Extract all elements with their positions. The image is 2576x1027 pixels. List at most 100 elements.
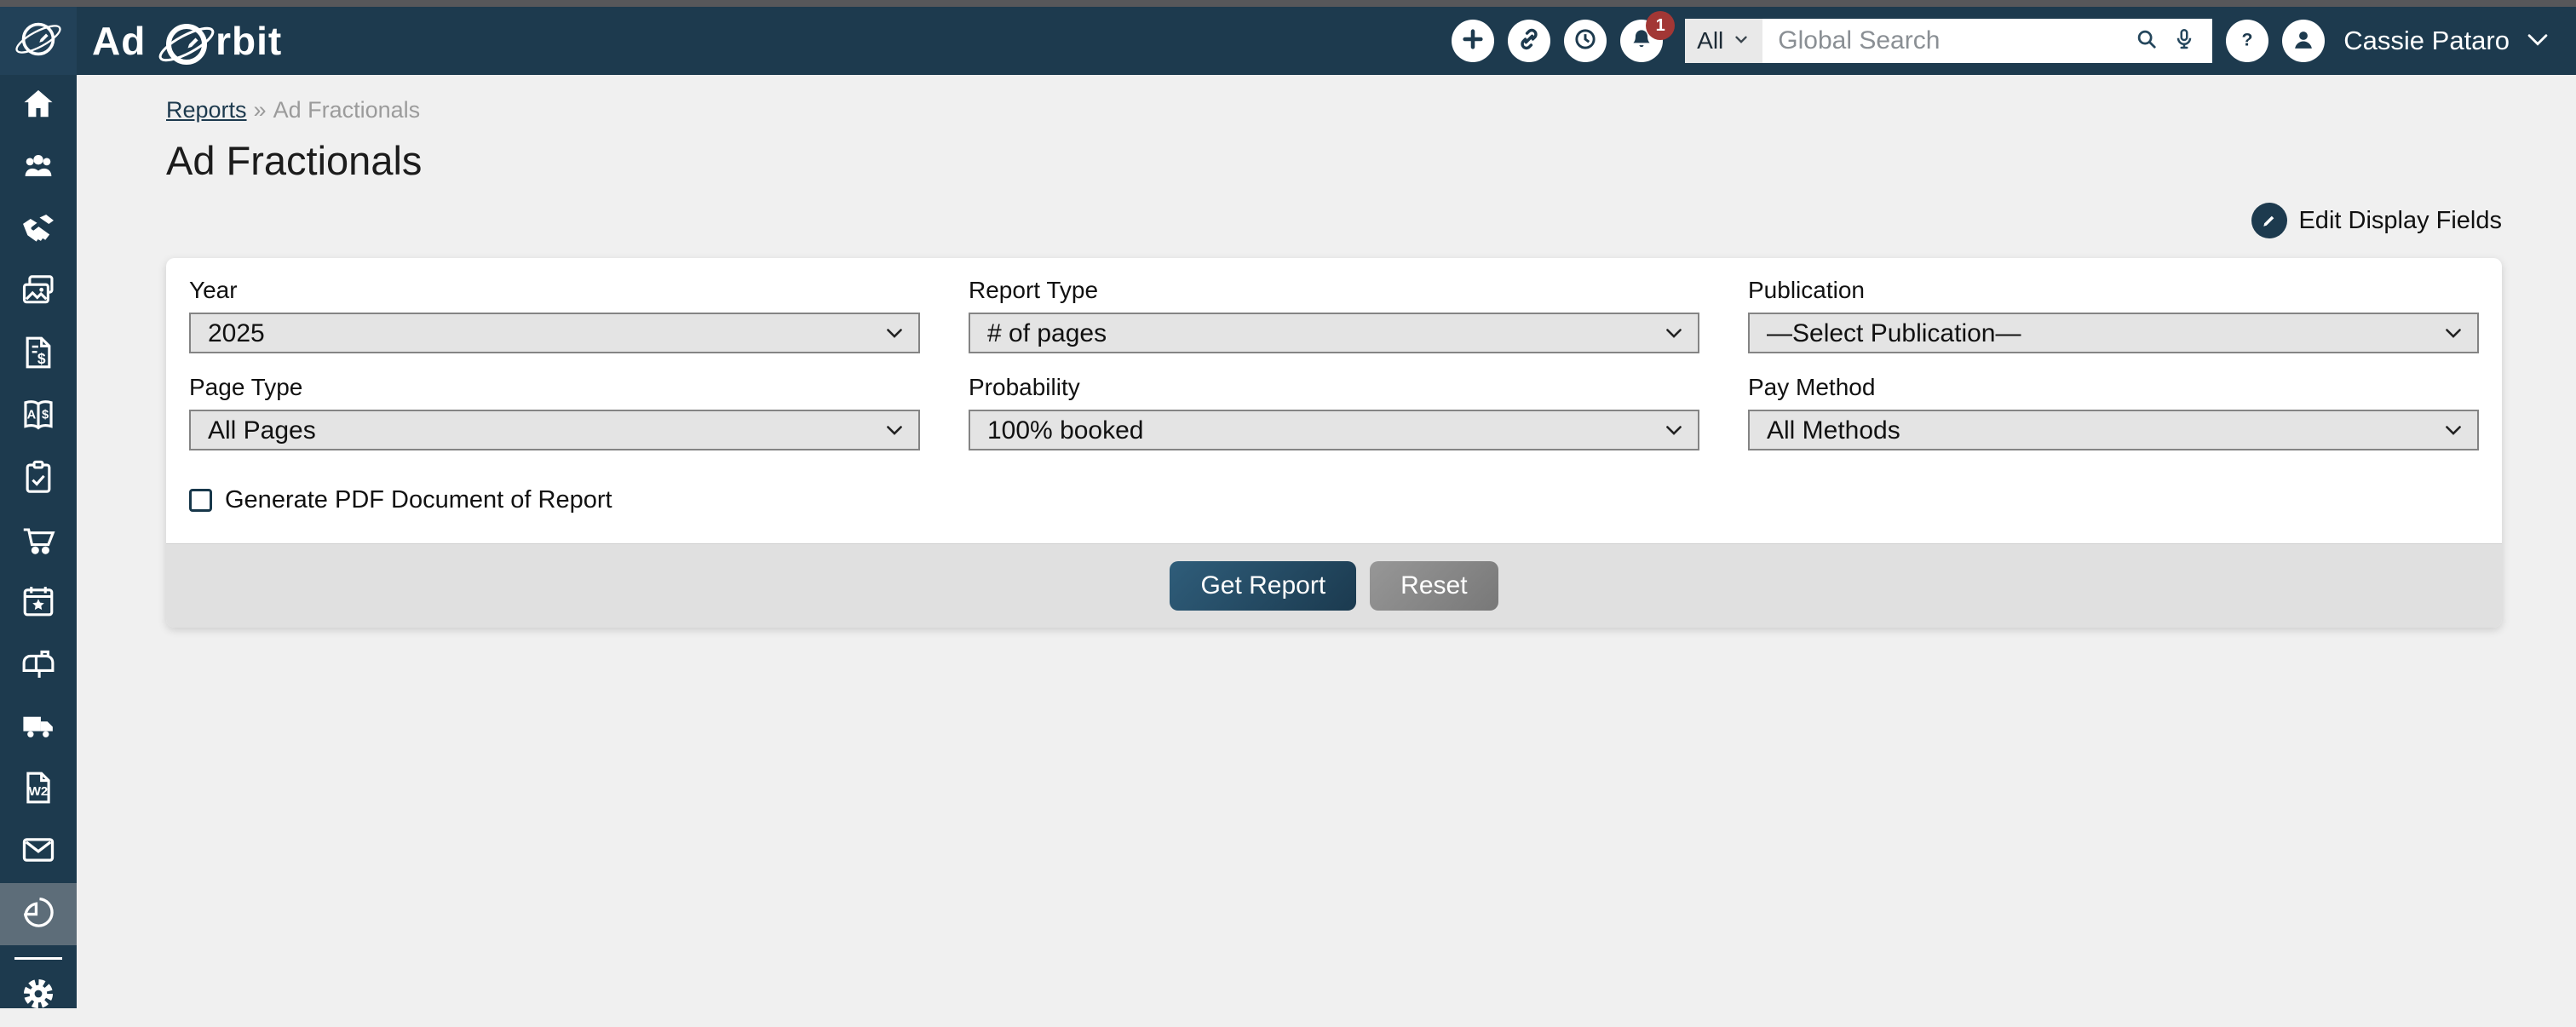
breadcrumb-separator: »: [254, 97, 267, 123]
chevron-down-icon: [1732, 27, 1751, 55]
w2-file-icon: W2: [20, 769, 57, 811]
sidebar-item-email[interactable]: [0, 821, 77, 883]
generate-pdf-row: Generate PDF Document of Report: [189, 486, 2479, 514]
orbit-planet-icon: [12, 13, 65, 70]
sidebar-item-home[interactable]: [0, 75, 77, 137]
history-icon: [1572, 26, 1599, 57]
link-icon: [1515, 26, 1543, 57]
search-scope-select[interactable]: All: [1685, 19, 1762, 63]
events-calendar-star-icon: [20, 582, 57, 624]
microphone-icon[interactable]: [2171, 26, 2197, 56]
breadcrumb: Reports »Ad Fractionals: [166, 97, 2576, 123]
probability-label: Probability: [969, 374, 1699, 401]
header-actions: 1 All: [1452, 19, 2576, 63]
sidebar-item-contacts[interactable]: [0, 137, 77, 199]
tasks-clipboard-check-icon: [20, 458, 57, 500]
sidebar-item-events[interactable]: [0, 572, 77, 634]
app-header: Ad rbit: [0, 7, 2576, 75]
generate-pdf-label: Generate PDF Document of Report: [225, 486, 612, 514]
email-envelope-icon: [20, 831, 57, 873]
breadcrumb-current: Ad Fractionals: [273, 97, 421, 123]
history-button[interactable]: [1564, 20, 1607, 62]
sidebar-item-orders[interactable]: [0, 510, 77, 572]
publication-label: Publication: [1748, 277, 2479, 304]
probability-select[interactable]: 100% booked: [969, 410, 1699, 450]
user-menu-button[interactable]: [2282, 20, 2325, 62]
sidebar-item-delivery[interactable]: [0, 697, 77, 759]
report-type-select[interactable]: # of pages: [969, 313, 1699, 353]
brand-text-rbit: rbit: [216, 18, 282, 64]
search-input[interactable]: [1762, 19, 2129, 63]
year-select[interactable]: 2025: [189, 313, 920, 353]
get-report-button[interactable]: Get Report: [1170, 561, 1356, 611]
rate-book-icon: A $: [20, 396, 57, 438]
brand-text-ad: Ad: [92, 18, 158, 64]
add-button[interactable]: [1452, 20, 1494, 62]
pay-method-select[interactable]: All Methods: [1748, 410, 2479, 450]
sidebar-item-invoices[interactable]: $: [0, 324, 77, 386]
publication-select[interactable]: —Select Publication—: [1748, 313, 2479, 353]
field-pay-method: Pay Method All Methods: [1748, 374, 2479, 450]
help-button[interactable]: ?: [2226, 20, 2268, 62]
avatar-icon: [2290, 26, 2317, 57]
reports-pie-chart-icon: [20, 893, 57, 935]
settings-gear-icon: [20, 975, 57, 1017]
form-actions: Get Report Reset: [166, 543, 2502, 628]
brand-wordmark: Ad rbit: [92, 14, 282, 68]
browser-chrome-strip: [0, 0, 2576, 7]
invoice-dollar-icon: $: [20, 334, 57, 376]
sidebar-item-mailbox[interactable]: [0, 634, 77, 697]
sidebar-divider: [14, 957, 62, 960]
breadcrumb-reports-link[interactable]: Reports: [166, 97, 247, 123]
contacts-users-icon: [20, 147, 57, 189]
app-logo[interactable]: [0, 7, 77, 75]
sidebar-item-tasks[interactable]: [0, 448, 77, 510]
orders-cart-icon: [20, 520, 57, 562]
sidebar-nav: $ A $: [0, 75, 77, 1008]
svg-text:A: A: [27, 408, 37, 422]
report-type-label: Report Type: [969, 277, 1699, 304]
page-type-select[interactable]: All Pages: [189, 410, 920, 450]
generate-pdf-checkbox[interactable]: [189, 489, 212, 512]
add-icon: [1459, 26, 1486, 57]
report-filter-card: Year 2025 Report Type # of pag: [166, 258, 2502, 628]
global-search: All: [1685, 19, 2212, 63]
sidebar-item-reports[interactable]: [0, 883, 77, 945]
user-name[interactable]: Cassie Pataro: [2343, 26, 2510, 56]
creatives-images-icon: [20, 272, 57, 313]
help-icon: ?: [2234, 26, 2261, 57]
pay-method-label: Pay Method: [1748, 374, 2479, 401]
report-filter-form: Year 2025 Report Type # of pag: [166, 258, 2502, 543]
sidebar-item-creatives[interactable]: [0, 261, 77, 324]
chevron-down-icon[interactable]: [2523, 25, 2552, 58]
year-label: Year: [189, 277, 920, 304]
field-probability: Probability 100% booked: [969, 374, 1699, 450]
main-content: Reports »Ad Fractionals Ad Fractionals Ed…: [77, 75, 2576, 1008]
sidebar-item-deals[interactable]: [0, 199, 77, 261]
orbit-o-icon: [156, 14, 217, 68]
svg-text:$: $: [42, 408, 49, 422]
sidebar-item-rate-card[interactable]: A $: [0, 386, 77, 448]
mailbox-icon: [20, 645, 57, 686]
home-icon: [20, 85, 57, 127]
notification-badge: 1: [1646, 11, 1675, 40]
field-year: Year 2025: [189, 277, 920, 353]
field-page-type: Page Type All Pages: [189, 374, 920, 450]
search-scope-value: All: [1697, 27, 1723, 55]
page-type-label: Page Type: [189, 374, 920, 401]
svg-text:$: $: [37, 350, 46, 367]
pencil-icon: [2251, 203, 2287, 238]
edit-display-fields-button[interactable]: Edit Display Fields: [2251, 203, 2502, 238]
field-report-type: Report Type # of pages: [969, 277, 1699, 353]
search-icon[interactable]: [2134, 26, 2159, 56]
deals-handshake-icon: [20, 209, 57, 251]
edit-display-fields-label: Edit Display Fields: [2298, 207, 2502, 235]
reset-button[interactable]: Reset: [1370, 561, 1498, 611]
svg-text:?: ?: [2242, 29, 2253, 49]
notifications-button[interactable]: 1: [1620, 20, 1663, 62]
sidebar-item-w2[interactable]: W2: [0, 759, 77, 821]
search-input-icons: [2129, 19, 2212, 63]
sidebar-item-settings[interactable]: [0, 965, 77, 1027]
delivery-truck-icon: [20, 707, 57, 749]
links-button[interactable]: [1508, 20, 1550, 62]
